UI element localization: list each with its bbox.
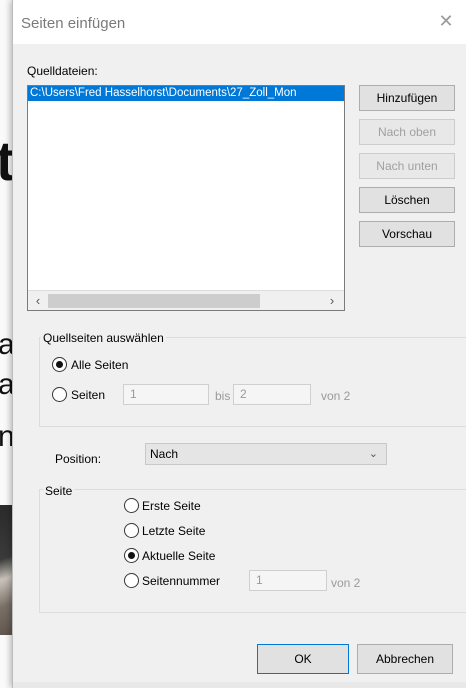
ok-button[interactable]: OK <box>257 644 349 674</box>
first-page-radio[interactable] <box>124 498 139 513</box>
title-bar: Seiten einfügen ✕ <box>13 0 466 44</box>
current-page-radio[interactable] <box>124 548 139 563</box>
horizontal-scrollbar[interactable]: ‹ › <box>28 290 344 310</box>
move-down-button[interactable]: Nach unten <box>359 153 455 179</box>
cancel-button[interactable]: Abbrechen <box>357 644 453 674</box>
delete-button[interactable]: Löschen <box>359 187 455 213</box>
current-page-label: Aktuelle Seite <box>142 549 216 563</box>
source-pages-group-label: Quellseiten auswählen <box>41 331 166 345</box>
from-page-field[interactable]: 1 <box>123 384 209 405</box>
scrollbar-thumb[interactable] <box>48 294 260 308</box>
dialog-title: Seiten einfügen <box>21 15 126 32</box>
to-page-field[interactable]: 2 <box>233 384 311 405</box>
pages-total-label: von 2 <box>321 389 351 403</box>
source-files-list[interactable]: C:\Users\Fred Hasselhorst\Documents\27_Z… <box>27 85 345 311</box>
page-group-label: Seite <box>43 484 75 498</box>
scroll-left-icon[interactable]: ‹ <box>30 293 46 309</box>
position-select-value: Nach <box>150 447 179 461</box>
scroll-right-icon[interactable]: › <box>324 293 340 309</box>
all-pages-radio[interactable] <box>52 357 67 372</box>
last-page-label: Letzte Seite <box>142 524 206 538</box>
pages-range-label: Seiten <box>71 388 106 402</box>
close-icon[interactable]: ✕ <box>436 11 456 31</box>
move-up-button[interactable]: Nach oben <box>359 119 455 145</box>
position-label: Position: <box>55 452 102 466</box>
dialog-bottom-edge <box>13 682 466 688</box>
page-number-label: Seitennummer <box>142 574 221 588</box>
page-number-field[interactable]: 1 <box>249 570 327 591</box>
add-button[interactable]: Hinzufügen <box>359 85 455 111</box>
first-page-label: Erste Seite <box>142 499 201 513</box>
list-item[interactable]: C:\Users\Fred Hasselhorst\Documents\27_Z… <box>28 86 344 101</box>
position-select[interactable]: Nach ⌄ <box>145 443 387 465</box>
preview-button[interactable]: Vorschau <box>359 221 455 247</box>
source-pages-group <box>39 337 466 427</box>
last-page-radio[interactable] <box>124 523 139 538</box>
to-label: bis <box>215 389 231 403</box>
source-files-label: Quelldateien: <box>27 64 98 78</box>
pages-range-radio[interactable] <box>52 387 67 402</box>
page-total-label: von 2 <box>331 576 361 590</box>
insert-pages-dialog: Seiten einfügen ✕ Quelldateien: C:\Users… <box>12 0 466 688</box>
all-pages-label: Alle Seiten <box>71 358 129 372</box>
page-group <box>39 489 466 613</box>
page-number-radio[interactable] <box>124 573 139 588</box>
chevron-down-icon: ⌄ <box>368 448 378 460</box>
